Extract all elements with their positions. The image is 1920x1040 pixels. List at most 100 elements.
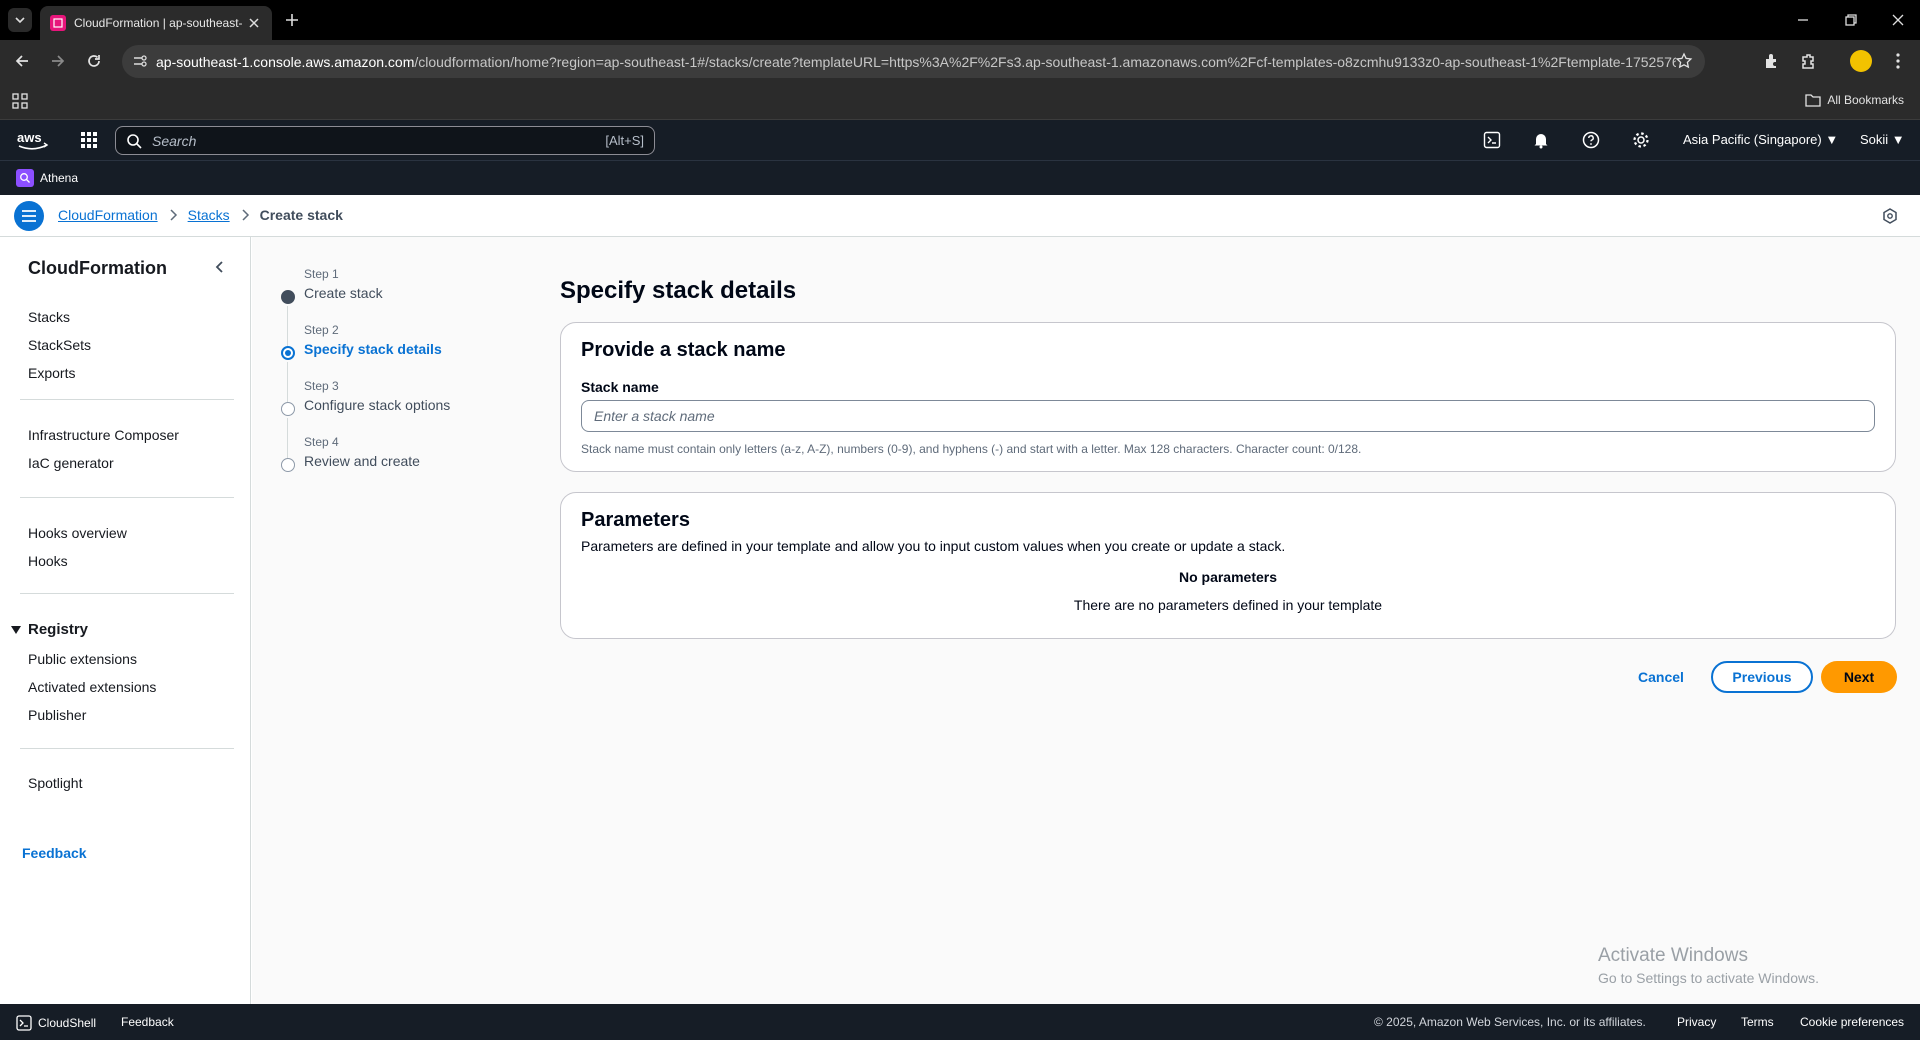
new-tab-icon[interactable]: [282, 10, 302, 30]
copyright-text: © 2025, Amazon Web Services, Inc. or its…: [1374, 1015, 1646, 1029]
search-icon: [127, 134, 142, 149]
main-content: Step 1 Create stack Step 2 Specify stack…: [252, 237, 1920, 1004]
bookmarks-bar: All Bookmarks: [0, 82, 1920, 120]
nav-item-public-extensions[interactable]: Public extensions: [28, 651, 137, 667]
nav-feedback-link[interactable]: Feedback: [22, 845, 87, 861]
nav-item-stacksets[interactable]: StackSets: [28, 337, 91, 353]
nav-item-spotlight[interactable]: Spotlight: [28, 775, 82, 791]
cloudshell-icon: [16, 1015, 32, 1031]
nav-divider: [20, 497, 234, 498]
footer-feedback-link[interactable]: Feedback: [121, 1015, 174, 1029]
cloudformation-favicon-icon: [50, 15, 66, 31]
footer-cloudshell-label: CloudShell: [38, 1016, 97, 1030]
previous-button[interactable]: Previous: [1711, 661, 1813, 693]
step-label: Create stack: [304, 285, 383, 301]
footer-privacy-link[interactable]: Privacy: [1677, 1015, 1716, 1029]
activate-windows-watermark: Activate Windows Go to Settings to activ…: [1598, 945, 1819, 986]
nav-divider: [20, 593, 234, 594]
favorite-athena[interactable]: Athena: [16, 169, 78, 187]
nav-section-registry[interactable]: Registry: [10, 621, 88, 638]
browser-tab-active[interactable]: CloudFormation | ap-southeast-1: [40, 6, 272, 40]
cancel-button[interactable]: Cancel: [1618, 661, 1704, 693]
notifications-bell-icon[interactable]: [1532, 131, 1550, 149]
profile-avatar[interactable]: [1850, 50, 1872, 72]
footer-cloudshell-button[interactable]: CloudShell: [16, 1015, 96, 1031]
step-pending-dot-icon: [281, 458, 295, 472]
back-arrow-icon[interactable]: [12, 51, 32, 71]
next-button[interactable]: Next: [1821, 661, 1897, 693]
step-label: Review and create: [304, 453, 420, 469]
wizard-step-1[interactable]: Step 1 Create stack: [278, 267, 498, 346]
cloudshell-icon[interactable]: [1483, 131, 1501, 149]
step-current-dot-icon: [281, 346, 295, 360]
close-tab-icon[interactable]: [246, 15, 262, 31]
url-host: ap-southeast-1.console.aws.amazon.com: [156, 53, 415, 70]
browser-menu-icon[interactable]: [1888, 51, 1908, 71]
bookmark-star-icon[interactable]: [1675, 52, 1693, 70]
favorite-athena-label: Athena: [40, 171, 79, 185]
tab-search-button[interactable]: [8, 8, 32, 32]
step-complete-dot-icon: [281, 290, 295, 304]
panel-title: Provide a stack name: [581, 339, 786, 361]
site-info-icon[interactable]: [132, 53, 148, 69]
nav-item-activated-extensions[interactable]: Activated extensions: [28, 679, 156, 695]
all-bookmarks-button[interactable]: All Bookmarks: [1805, 93, 1904, 107]
nav-divider: [20, 748, 234, 749]
apps-grid-icon[interactable]: [12, 93, 28, 109]
nav-title[interactable]: CloudFormation: [28, 258, 167, 279]
footer-cookie-preferences-link[interactable]: Cookie preferences: [1800, 1015, 1904, 1029]
url-text: ap-southeast-1.console.aws.amazon.com/cl…: [156, 54, 1676, 70]
footer-terms-link[interactable]: Terms: [1741, 1015, 1774, 1029]
breadcrumb: CloudFormation Stacks Create stack: [58, 207, 343, 223]
minimize-window-icon[interactable]: [1793, 10, 1813, 30]
reload-icon[interactable]: [84, 51, 104, 71]
address-bar[interactable]: ap-southeast-1.console.aws.amazon.com/cl…: [122, 45, 1705, 78]
hamburger-menu-icon: [22, 210, 36, 222]
browser-toolbar: ap-southeast-1.console.aws.amazon.com/cl…: [0, 40, 1920, 82]
side-navigation: CloudFormation Stacks StackSets Exports …: [0, 237, 251, 1004]
nav-item-exports[interactable]: Exports: [28, 365, 75, 381]
empty-state-title: No parameters: [1178, 569, 1278, 585]
browser-tabstrip: CloudFormation | ap-southeast-1: [0, 0, 1920, 40]
step-label: Configure stack options: [304, 397, 451, 413]
side-nav-toggle-button[interactable]: [14, 201, 44, 231]
services-grid-icon[interactable]: [80, 131, 98, 149]
aws-console-header: aws Search [Alt+S] Asia Pacific (Singapo…: [0, 120, 1920, 161]
help-icon[interactable]: [1582, 131, 1600, 149]
collapse-nav-chevron-left-icon[interactable]: [212, 259, 228, 275]
breadcrumb-current: Create stack: [259, 207, 343, 223]
extension-puzzle-icon[interactable]: [1762, 51, 1782, 71]
breadcrumb-stacks[interactable]: Stacks: [188, 207, 230, 223]
nav-item-infrastructure-composer[interactable]: Infrastructure Composer: [28, 427, 179, 443]
url-path: /cloudformation/home?region=ap-southeast…: [414, 53, 1676, 70]
settings-gear-icon[interactable]: [1632, 131, 1650, 149]
wizard-step-3: Step 3 Configure stack options: [278, 379, 498, 458]
breadcrumb-cloudformation[interactable]: CloudFormation: [58, 207, 158, 223]
step-number: Step 1: [304, 267, 339, 281]
nav-item-hooks[interactable]: Hooks: [28, 553, 68, 569]
stack-name-input[interactable]: [581, 400, 1875, 432]
aws-logo-icon[interactable]: aws: [16, 129, 50, 153]
console-footer: CloudShell Feedback © 2025, Amazon Web S…: [0, 1004, 1920, 1040]
wizard-steps: Step 1 Create stack Step 2 Specify stack…: [278, 267, 498, 491]
restore-window-icon[interactable]: [1841, 10, 1861, 30]
parameters-panel: Parameters Parameters are defined in you…: [560, 492, 1896, 639]
all-bookmarks-label: All Bookmarks: [1827, 93, 1904, 107]
forward-arrow-icon[interactable]: [48, 51, 68, 71]
extensions-icon[interactable]: [1798, 51, 1818, 71]
nav-item-hooks-overview[interactable]: Hooks overview: [28, 525, 127, 541]
nav-item-stacks[interactable]: Stacks: [28, 309, 70, 325]
athena-service-icon: [16, 169, 34, 187]
nav-divider: [20, 399, 234, 400]
close-window-icon[interactable]: [1888, 10, 1908, 30]
nav-item-iac-generator[interactable]: IaC generator: [28, 455, 114, 471]
step-number: Step 2: [304, 323, 339, 337]
folder-icon: [1805, 94, 1821, 107]
account-menu[interactable]: Sokii ▼: [1860, 132, 1905, 147]
preferences-hexagon-icon[interactable]: [1882, 208, 1898, 224]
nav-item-publisher[interactable]: Publisher: [28, 707, 86, 723]
console-search-input[interactable]: Search [Alt+S]: [115, 126, 655, 155]
region-selector[interactable]: Asia Pacific (Singapore) ▼: [1683, 132, 1838, 147]
chevron-right-icon: [170, 209, 177, 221]
parameters-description: Parameters are defined in your template …: [581, 538, 1286, 554]
